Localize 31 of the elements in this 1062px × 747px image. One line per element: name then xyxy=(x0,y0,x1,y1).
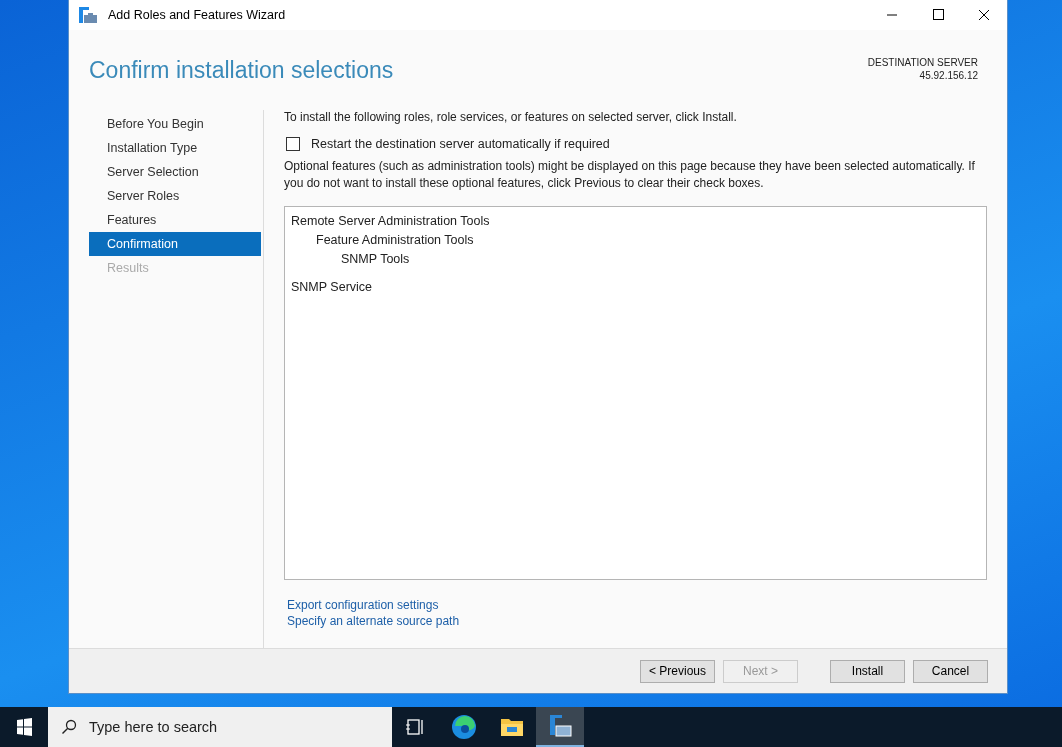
wizard-button[interactable]: Install xyxy=(830,659,905,683)
selection-item: SNMP Service xyxy=(291,279,373,296)
link[interactable]: Export configuration settings xyxy=(287,597,439,613)
task-view-icon xyxy=(406,717,426,737)
destination-server-label: DESTINATION SERVER xyxy=(867,56,978,69)
selection-item: Remote Server Administration Tools xyxy=(291,213,490,230)
taskbar-search-field[interactable]: Type here to search xyxy=(48,707,392,747)
selection-item: Feature Administration Tools xyxy=(316,232,474,249)
wizard-button[interactable]: < Previous xyxy=(640,659,715,683)
note-text: Optional features (such as administration tools) might be displayed on this page because they have been selected automatically. If you do not want to install these optional features, click Previous to clear their check boxes. xyxy=(284,158,976,192)
nav-item[interactable]: Installation Type xyxy=(89,136,261,160)
page-title: Confirm installation selections xyxy=(89,57,394,84)
nav-item[interactable]: Server Selection xyxy=(89,160,261,184)
window-title: Add Roles and Features Wizard xyxy=(108,8,286,22)
browser-icon xyxy=(451,714,477,740)
restart-label: Restart the destination server automatically if required xyxy=(311,137,610,151)
server-app-icon xyxy=(78,6,98,24)
nav-item[interactable]: Confirmation xyxy=(89,232,261,256)
server-address: 45.92.156.12 xyxy=(919,69,978,82)
nav-item[interactable]: Before You Begin xyxy=(89,112,261,136)
nav-item[interactable]: Features xyxy=(89,208,261,232)
taskbar-button[interactable] xyxy=(536,707,584,747)
search-icon xyxy=(61,719,77,735)
restart-checkbox[interactable] xyxy=(286,137,300,151)
server-app-icon xyxy=(548,714,572,738)
link[interactable]: Specify an alternate source path xyxy=(287,613,460,629)
intro-text: To install the following roles, role services, or features on selected server, click Install. xyxy=(284,110,738,124)
wizard-button[interactable]: Cancel xyxy=(913,659,988,683)
nav-item[interactable]: Server Roles xyxy=(89,184,261,208)
folder-icon xyxy=(500,716,524,738)
selection-item: SNMP Tools xyxy=(341,251,410,268)
